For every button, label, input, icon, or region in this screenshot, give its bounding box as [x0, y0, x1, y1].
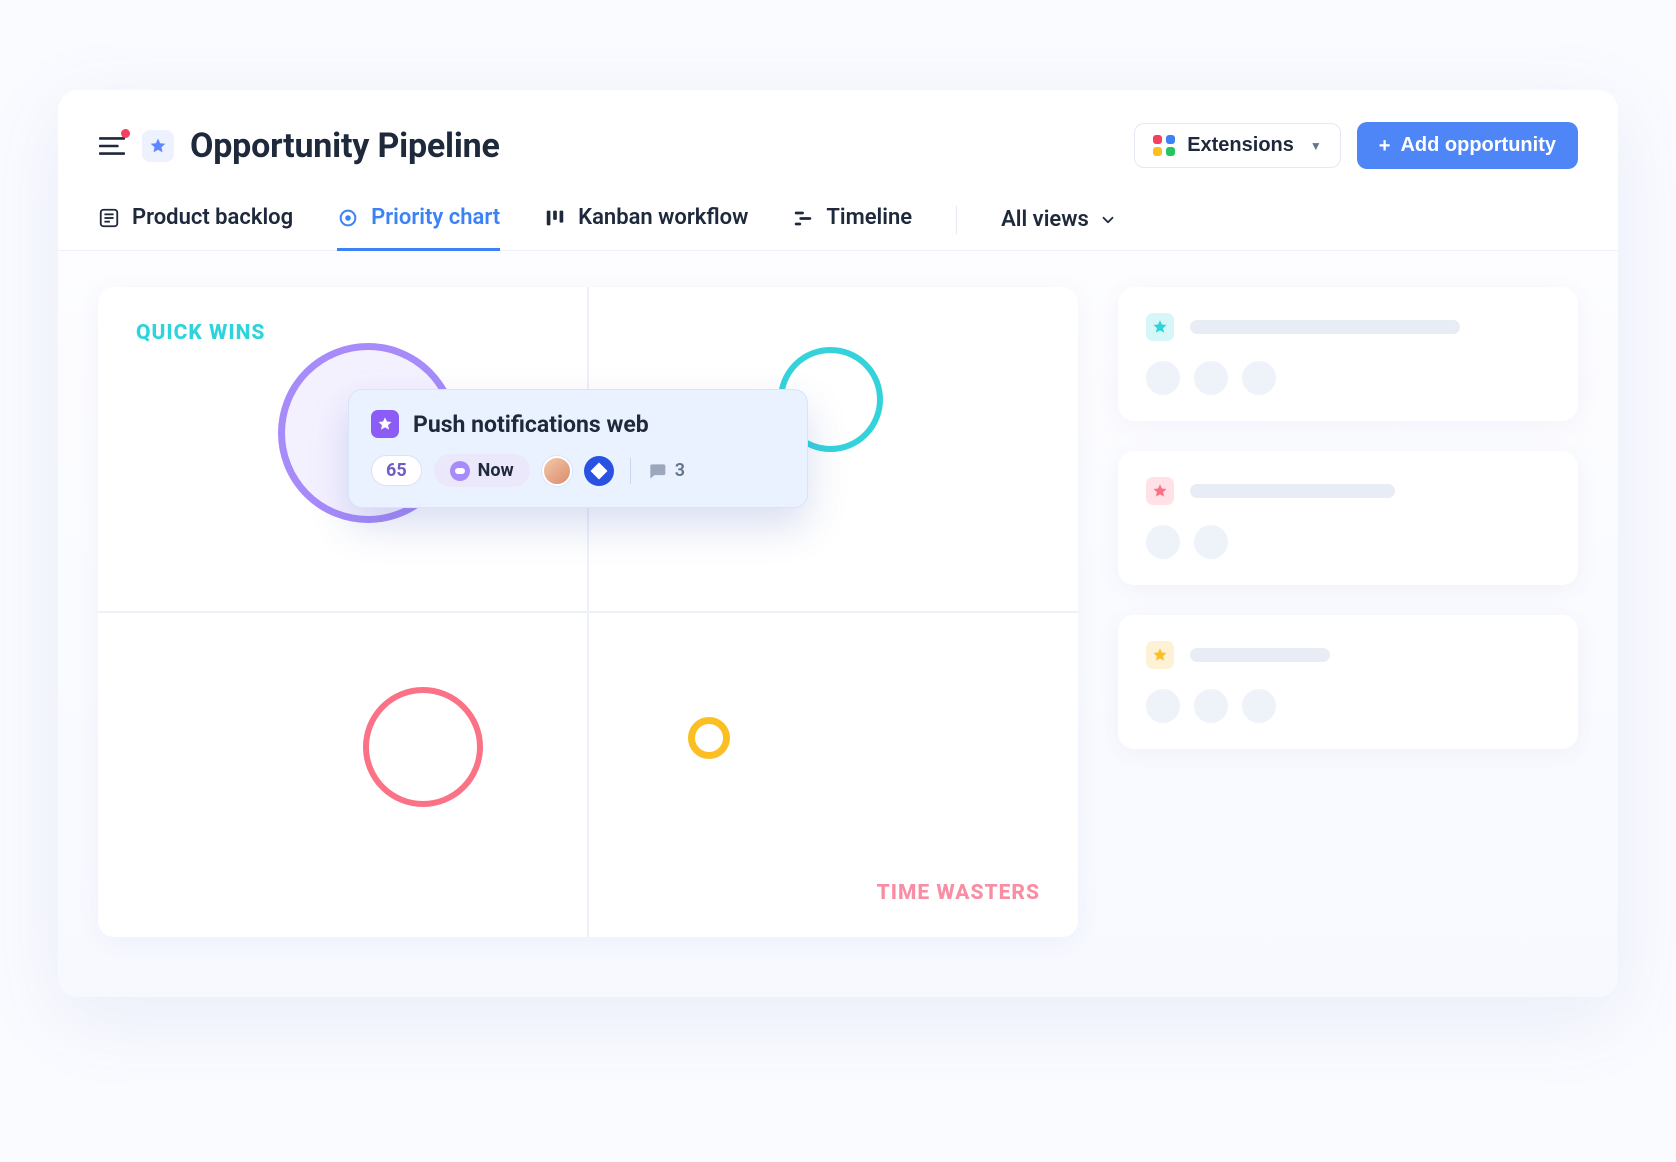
- skeleton-dot: [1146, 361, 1180, 395]
- card-header: Push notifications web: [371, 410, 785, 438]
- tab-timeline[interactable]: Timeline: [792, 189, 912, 251]
- chevron-down-icon: [1099, 211, 1117, 229]
- card-type-icon: [1146, 641, 1174, 669]
- main-content: QUICK WINS TIME WASTERS Push notificatio…: [58, 251, 1618, 997]
- skeleton-dot: [1242, 689, 1276, 723]
- tab-priority-chart[interactable]: Priority chart: [337, 189, 500, 251]
- header: Opportunity Pipeline Extensions ▼ + Add …: [58, 90, 1618, 189]
- skeleton-dot: [1194, 361, 1228, 395]
- skeleton-dot: [1194, 525, 1228, 559]
- app-window: Opportunity Pipeline Extensions ▼ + Add …: [58, 90, 1618, 997]
- side-panel: [1118, 287, 1578, 937]
- tab-label: Timeline: [826, 205, 912, 230]
- quadrant-label-time-wasters: TIME WASTERS: [877, 881, 1040, 905]
- add-opportunity-label: Add opportunity: [1400, 134, 1556, 157]
- comments-count[interactable]: 3: [647, 460, 685, 481]
- all-views-dropdown[interactable]: All views: [1001, 191, 1117, 248]
- tab-label: Kanban workflow: [578, 205, 748, 230]
- star-icon: [1152, 483, 1168, 499]
- status-pill[interactable]: Now: [434, 454, 530, 487]
- star-icon: [377, 416, 393, 432]
- priority-chart-panel: QUICK WINS TIME WASTERS Push notificatio…: [98, 287, 1078, 937]
- star-icon: [1152, 319, 1168, 335]
- opportunity-bubble[interactable]: [363, 687, 483, 807]
- card-type-icon: [371, 410, 399, 438]
- extensions-label: Extensions: [1187, 134, 1294, 157]
- tabs: Product backlog Priority chart Kanban wo…: [58, 189, 1618, 251]
- divider: [630, 458, 631, 484]
- side-card[interactable]: [1118, 615, 1578, 749]
- extensions-button[interactable]: Extensions ▼: [1134, 123, 1341, 168]
- status-label: Now: [478, 460, 514, 481]
- skeleton-dot: [1242, 361, 1276, 395]
- all-views-label: All views: [1001, 207, 1089, 232]
- timeline-icon: [792, 207, 814, 229]
- card-meta: 65 Now 3: [371, 454, 785, 487]
- extensions-icon: [1153, 135, 1175, 157]
- score-pill[interactable]: 65: [371, 455, 422, 486]
- card-type-icon: [1146, 477, 1174, 505]
- tab-kanban-workflow[interactable]: Kanban workflow: [544, 189, 748, 251]
- workspace-icon[interactable]: [142, 130, 174, 162]
- skeleton-dot: [1194, 689, 1228, 723]
- skeleton-line: [1190, 648, 1330, 662]
- card-title: Push notifications web: [413, 411, 649, 438]
- page-title: Opportunity Pipeline: [190, 126, 500, 166]
- kanban-icon: [544, 207, 566, 229]
- plus-icon: +: [1379, 136, 1391, 156]
- opportunity-bubble[interactable]: [688, 717, 730, 759]
- menu-icon: [99, 136, 125, 156]
- skeleton-dot: [1146, 689, 1180, 723]
- menu-toggle[interactable]: [98, 132, 126, 160]
- list-icon: [98, 207, 120, 229]
- card-type-icon: [1146, 313, 1174, 341]
- opportunity-card[interactable]: Push notifications web 65 Now 3: [348, 389, 808, 508]
- skeleton-line: [1190, 484, 1395, 498]
- quadrant-bottom-left: [98, 612, 588, 937]
- skeleton-dot: [1146, 525, 1180, 559]
- side-card[interactable]: [1118, 287, 1578, 421]
- integration-badge-icon[interactable]: [584, 456, 614, 486]
- comment-icon: [647, 461, 667, 481]
- target-icon: [337, 207, 359, 229]
- star-icon: [149, 137, 167, 155]
- side-card[interactable]: [1118, 451, 1578, 585]
- quadrant-label-quick-wins: QUICK WINS: [136, 321, 265, 345]
- divider: [956, 206, 957, 234]
- notification-dot-icon: [121, 129, 130, 138]
- comments-number: 3: [675, 460, 685, 481]
- assignee-avatar[interactable]: [542, 456, 572, 486]
- tab-label: Product backlog: [132, 205, 293, 230]
- caret-down-icon: ▼: [1310, 139, 1322, 153]
- skeleton-line: [1190, 320, 1460, 334]
- add-opportunity-button[interactable]: + Add opportunity: [1357, 122, 1578, 169]
- quadrant-grid: [98, 287, 1078, 937]
- status-icon: [450, 461, 470, 481]
- star-icon: [1152, 647, 1168, 663]
- tab-product-backlog[interactable]: Product backlog: [98, 189, 293, 251]
- tab-label: Priority chart: [371, 205, 500, 230]
